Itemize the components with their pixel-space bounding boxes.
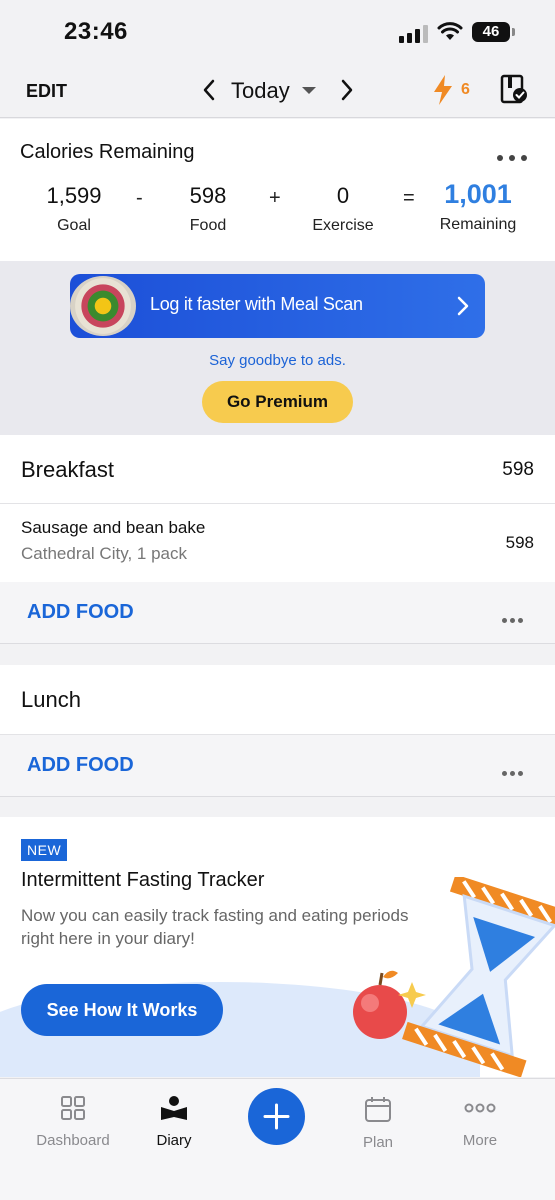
calories-food[interactable]: 598 Food [168,183,248,235]
lunch-more-icon[interactable] [502,763,526,781]
go-premium-button[interactable]: Go Premium [202,381,353,423]
exercise-label: Exercise [312,217,374,234]
plus-icon [263,1103,290,1130]
breakfast-calories: 598 [502,459,534,480]
tab-plan[interactable]: Plan [323,1095,433,1151]
breakfast-add-food-button[interactable]: ADD FOOD [27,601,134,624]
calories-more-icon[interactable] [497,148,533,166]
tab-more[interactable]: More [425,1095,535,1149]
new-badge: NEW [21,839,68,861]
exercise-value: 0 [336,183,350,208]
chevron-right-icon [457,296,469,316]
lunch-add-food-row: ADD FOOD [0,735,555,797]
equals-operator: = [403,187,415,209]
status-bar: 23:46 46 [0,0,555,62]
lunch-header[interactable]: Lunch [0,665,555,735]
top-nav: EDIT Today 6 [0,62,555,118]
add-button[interactable] [248,1088,305,1145]
ad-area: Log it faster with Meal Scan Say goodbye… [0,261,555,435]
food-label: Food [189,217,227,234]
plus-operator: + [269,187,281,209]
edit-button[interactable]: EDIT [26,81,67,102]
status-time: 23:46 [64,18,128,45]
fasting-promo-card: NEW Intermittent Fasting Tracker Now you… [0,817,555,1077]
tab-dashboard-label: Dashboard [36,1132,110,1149]
completed-log-icon[interactable] [500,74,528,104]
battery-tip [512,28,515,36]
wifi-icon [437,22,463,40]
diary-book-icon [161,1096,187,1120]
promo-title: Intermittent Fasting Tracker [21,869,265,891]
remaining-label: Remaining [439,216,517,233]
tab-more-label: More [462,1132,498,1149]
calories-remaining[interactable]: 1,001 Remaining [433,179,523,234]
ads-text[interactable]: Say goodbye to ads. [0,352,555,369]
see-how-it-works-button[interactable]: See How It Works [21,984,223,1036]
calories-title: Calories Remaining [20,141,195,163]
breakfast-more-icon[interactable] [502,610,526,628]
goal-value: 1,599 [46,183,102,208]
date-label[interactable]: Today [231,78,290,104]
streak-lightning-icon[interactable] [431,74,455,106]
food-value: 598 [189,183,227,208]
more-dots-icon [464,1103,496,1113]
breakfast-add-food-row: ADD FOOD [0,582,555,644]
signal-icon [399,25,429,43]
food-item[interactable]: Sausage and bean bake Cathedral City, 1 … [0,504,555,582]
food-detail: Cathedral City, 1 pack [21,544,187,563]
tab-dashboard[interactable]: Dashboard [18,1095,128,1149]
meal-scan-label: Log it faster with Meal Scan [150,294,363,314]
meal-scan-banner[interactable]: Log it faster with Meal Scan [70,274,485,338]
streak-count[interactable]: 6 [461,81,470,99]
calories-remaining-card: Calories Remaining 1,599 Goal - 598 Food… [0,119,555,261]
goal-label: Goal [57,217,91,234]
lunch-title: Lunch [21,687,81,712]
battery-icon: 46 [472,22,510,42]
food-calories: 598 [505,533,534,552]
calories-goal[interactable]: 1,599 Goal [34,183,114,235]
food-name: Sausage and bean bake [21,518,206,537]
next-day-icon[interactable] [339,78,355,102]
tab-diary-label: Diary [156,1132,192,1149]
hourglass-apple-illustration [353,877,555,1077]
previous-day-icon[interactable] [201,78,217,102]
breakfast-title: Breakfast [21,457,114,482]
lunch-add-food-button[interactable]: ADD FOOD [27,754,134,777]
calories-exercise[interactable]: 0 Exercise [303,183,383,235]
minus-operator: - [136,187,143,209]
dashboard-grid-icon [61,1096,85,1120]
date-dropdown-icon[interactable] [302,87,316,94]
tab-bar: Dashboard Diary Plan More [0,1078,555,1200]
tab-plan-label: Plan [362,1134,394,1151]
breakfast-header[interactable]: Breakfast 598 [0,435,555,504]
calendar-icon [365,1097,391,1122]
remaining-value: 1,001 [444,179,512,209]
food-bowl-image [70,276,136,336]
tab-diary[interactable]: Diary [119,1095,229,1149]
